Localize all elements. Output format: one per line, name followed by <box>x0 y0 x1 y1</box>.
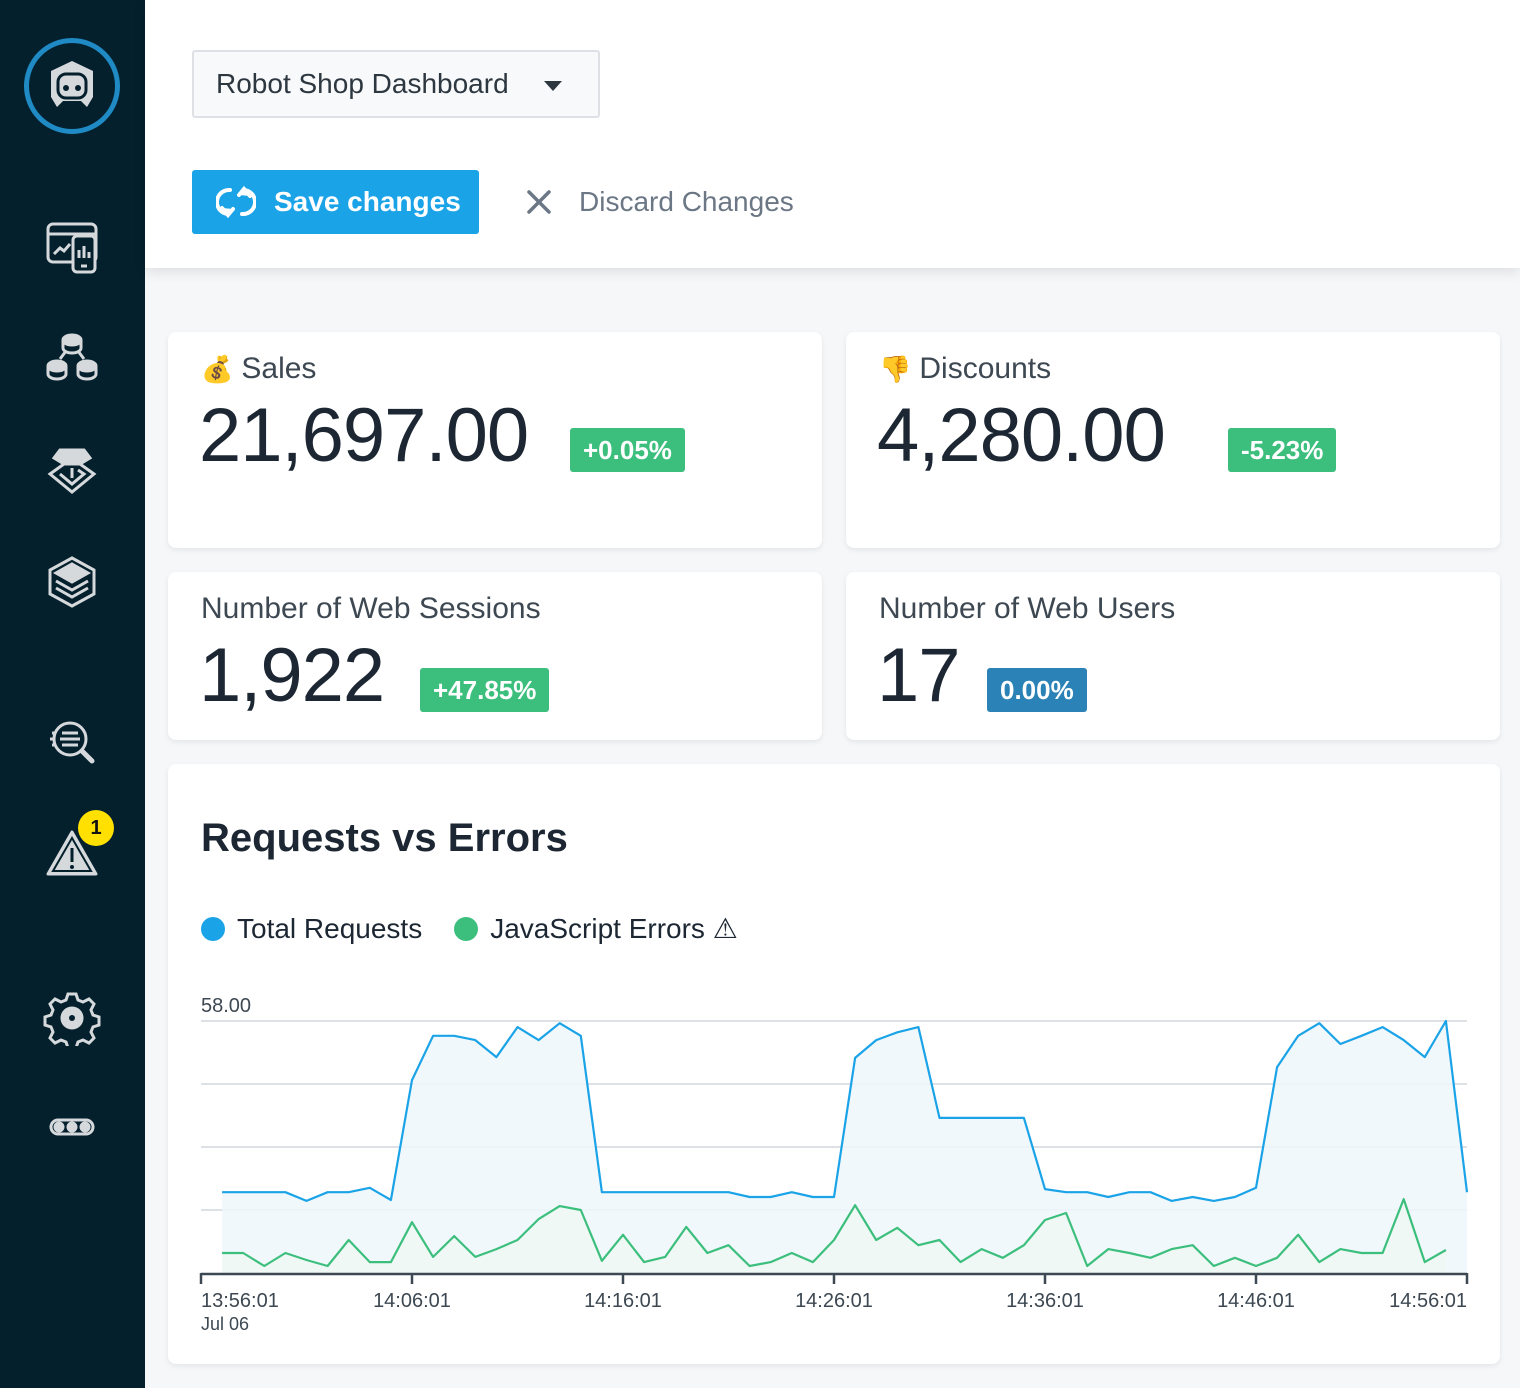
sidebar-item-services[interactable] <box>36 322 108 394</box>
change-badge: +0.05% <box>570 428 685 472</box>
x-tick-label: 14:46:01 <box>1217 1290 1295 1312</box>
x-tick-sublabel: Jul 06 <box>201 1314 249 1334</box>
y-axis-max-label: 58.00 <box>201 995 251 1017</box>
metric-card-sales: 💰 Sales 21,697.00 +0.05% <box>168 332 822 548</box>
dashboard-select-value: Robot Shop Dashboard <box>216 68 509 99</box>
sidebar-item-more[interactable] <box>36 1090 108 1162</box>
caret-down-icon <box>544 81 562 91</box>
metric-card-discounts: 👎 Discounts 4,280.00 -5.23% <box>846 332 1500 548</box>
gear-icon <box>43 992 101 1046</box>
metric-label: 👎 Discounts <box>879 352 1051 386</box>
change-badge: -5.23% <box>1228 428 1337 472</box>
x-tick-label: 14:06:01 <box>373 1290 451 1312</box>
dashboard-header: Robot Shop Dashboard Save changes Discar… <box>145 0 1520 268</box>
metric-value: 1,922 <box>199 633 385 718</box>
metric-label-text: Sales <box>241 352 317 385</box>
change-badge: +47.85% <box>420 668 550 712</box>
search-analyze-icon <box>50 721 95 764</box>
sidebar-item-settings[interactable] <box>36 978 108 1050</box>
robot-logo-icon <box>51 61 93 107</box>
sidebar-item-monitoring[interactable] <box>36 210 108 282</box>
money-bag-icon: 💰 <box>201 353 234 384</box>
save-changes-button[interactable]: Save changes <box>192 170 479 234</box>
layers-stack-icon <box>48 556 96 608</box>
metric-label: 💰 Sales <box>201 352 316 386</box>
metric-value: 17 <box>877 633 961 718</box>
robot-logo[interactable] <box>24 38 120 134</box>
metric-value: 21,697.00 <box>199 393 529 478</box>
x-tick-label: 14:56:01 <box>1389 1290 1467 1312</box>
close-icon <box>527 190 551 214</box>
requests-errors-chart: 58.00 13:56:01Jul 06 14:06:01 14:16:01 14:26… <box>199 995 1469 1334</box>
services-topology-icon <box>46 333 98 381</box>
x-tick-label: 14:26:01 <box>795 1290 873 1312</box>
requests-vs-errors-card: Requests vs Errors Total Requests JavaSc… <box>168 764 1500 1364</box>
metric-label-text: Number of Web Sessions <box>201 592 541 625</box>
metric-label-text: Number of Web Users <box>879 592 1176 625</box>
x-tick-label: 14:16:01 <box>584 1290 662 1312</box>
metric-label-text: Discounts <box>919 352 1052 385</box>
change-badge: 0.00% <box>987 668 1087 712</box>
discard-changes-label: Discard Changes <box>579 186 794 217</box>
metric-label: Number of Web Sessions <box>201 592 541 626</box>
metric-card-web-sessions: Number of Web Sessions 1,922 +47.85% <box>168 572 822 740</box>
sidebar: 1 <box>0 0 145 1388</box>
dashboard-select[interactable]: Robot Shop Dashboard <box>192 50 600 118</box>
thumbs-down-icon: 👎 <box>879 353 912 384</box>
events-count-badge: 1 <box>78 810 114 846</box>
x-tick-label: 13:56:01 <box>201 1290 279 1312</box>
sidebar-item-infrastructure[interactable] <box>36 434 108 506</box>
more-icon <box>49 1118 95 1136</box>
metric-label: Number of Web Users <box>879 592 1175 626</box>
sidebar-item-layers[interactable] <box>36 546 108 618</box>
infrastructure-icon <box>47 448 97 494</box>
save-changes-label: Save changes <box>274 186 461 217</box>
metric-value: 4,280.00 <box>877 393 1166 478</box>
x-tick-label: 14:36:01 <box>1006 1290 1084 1312</box>
browser-mobile-monitoring-icon <box>46 222 98 274</box>
refresh-icon <box>216 185 256 219</box>
discard-changes-button[interactable]: Discard Changes <box>525 170 794 234</box>
sidebar-item-analyze[interactable] <box>36 706 108 778</box>
metric-card-web-users: Number of Web Users 17 0.00% <box>846 572 1500 740</box>
